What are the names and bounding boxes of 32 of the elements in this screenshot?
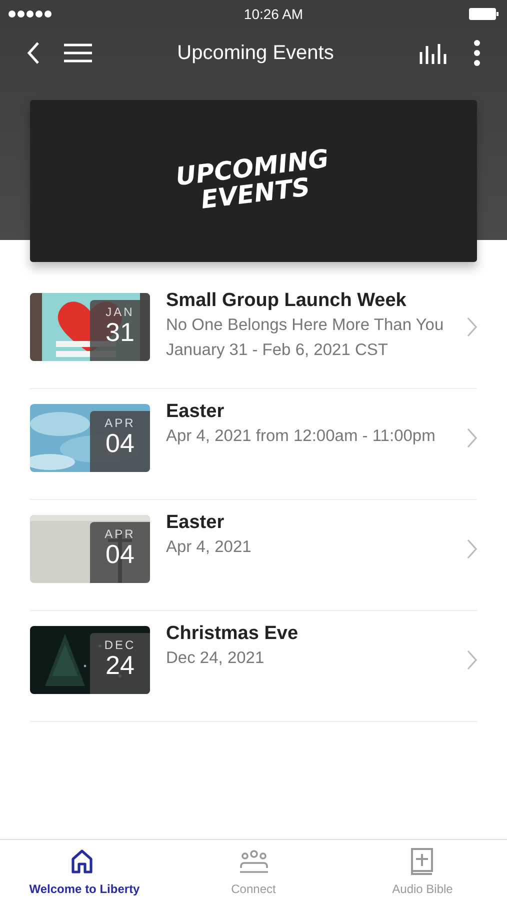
menu-icon[interactable] — [64, 43, 92, 63]
date-month: APR — [104, 526, 136, 540]
event-detail: January 31 - Feb 6, 2021 CST — [166, 340, 389, 360]
date-month: JAN — [104, 304, 136, 318]
chevron-icon — [467, 317, 477, 337]
page-title: Upcoming Events — [177, 42, 334, 64]
chevron-icon — [467, 539, 477, 559]
event-detail: Apr 4, 2021 from 12:00am - 11:00pm — [166, 426, 436, 447]
date-month: DEC — [103, 637, 137, 651]
chevron-icon — [467, 428, 477, 448]
battery-icon — [469, 7, 499, 21]
date-month: APR — [104, 415, 136, 429]
date-day: 04 — [90, 429, 150, 458]
date-day: 24 — [90, 651, 150, 680]
tab[interactable]: Welcome to Liberty — [0, 840, 169, 900]
bar-chart-icon[interactable] — [419, 42, 449, 64]
date-day: 31 — [90, 318, 150, 347]
more-icon[interactable] — [473, 40, 481, 66]
event-row[interactable]: APR 04 Easter Apr 4, 2021 from 12:00am - 11:00pm — [30, 404, 477, 472]
banner-text: UPCOMING EVENTS — [174, 146, 331, 216]
back-icon[interactable] — [26, 41, 40, 65]
event-detail: No One Belongs Here More Than You — [166, 314, 445, 336]
event-row[interactable]: DEC 24 Christmas Eve Dec 24, 2021 — [30, 626, 477, 694]
chevron-icon — [467, 650, 477, 670]
event-row[interactable]: JAN 31 Small Group Launch Week No One Belongs Here More Than You January 31 - Feb 6, 2021 CST — [30, 293, 477, 362]
date-day: 04 — [90, 540, 150, 569]
signal-icon — [8, 10, 54, 18]
event-detail: Apr 4, 2021 — [166, 536, 252, 558]
event-detail: Dec 24, 2021 — [166, 648, 266, 669]
event-row[interactable]: APR 04 Easter Apr 4, 2021 — [30, 515, 477, 583]
status-time: 10:26 AM — [244, 4, 304, 24]
people-icon — [238, 848, 270, 876]
